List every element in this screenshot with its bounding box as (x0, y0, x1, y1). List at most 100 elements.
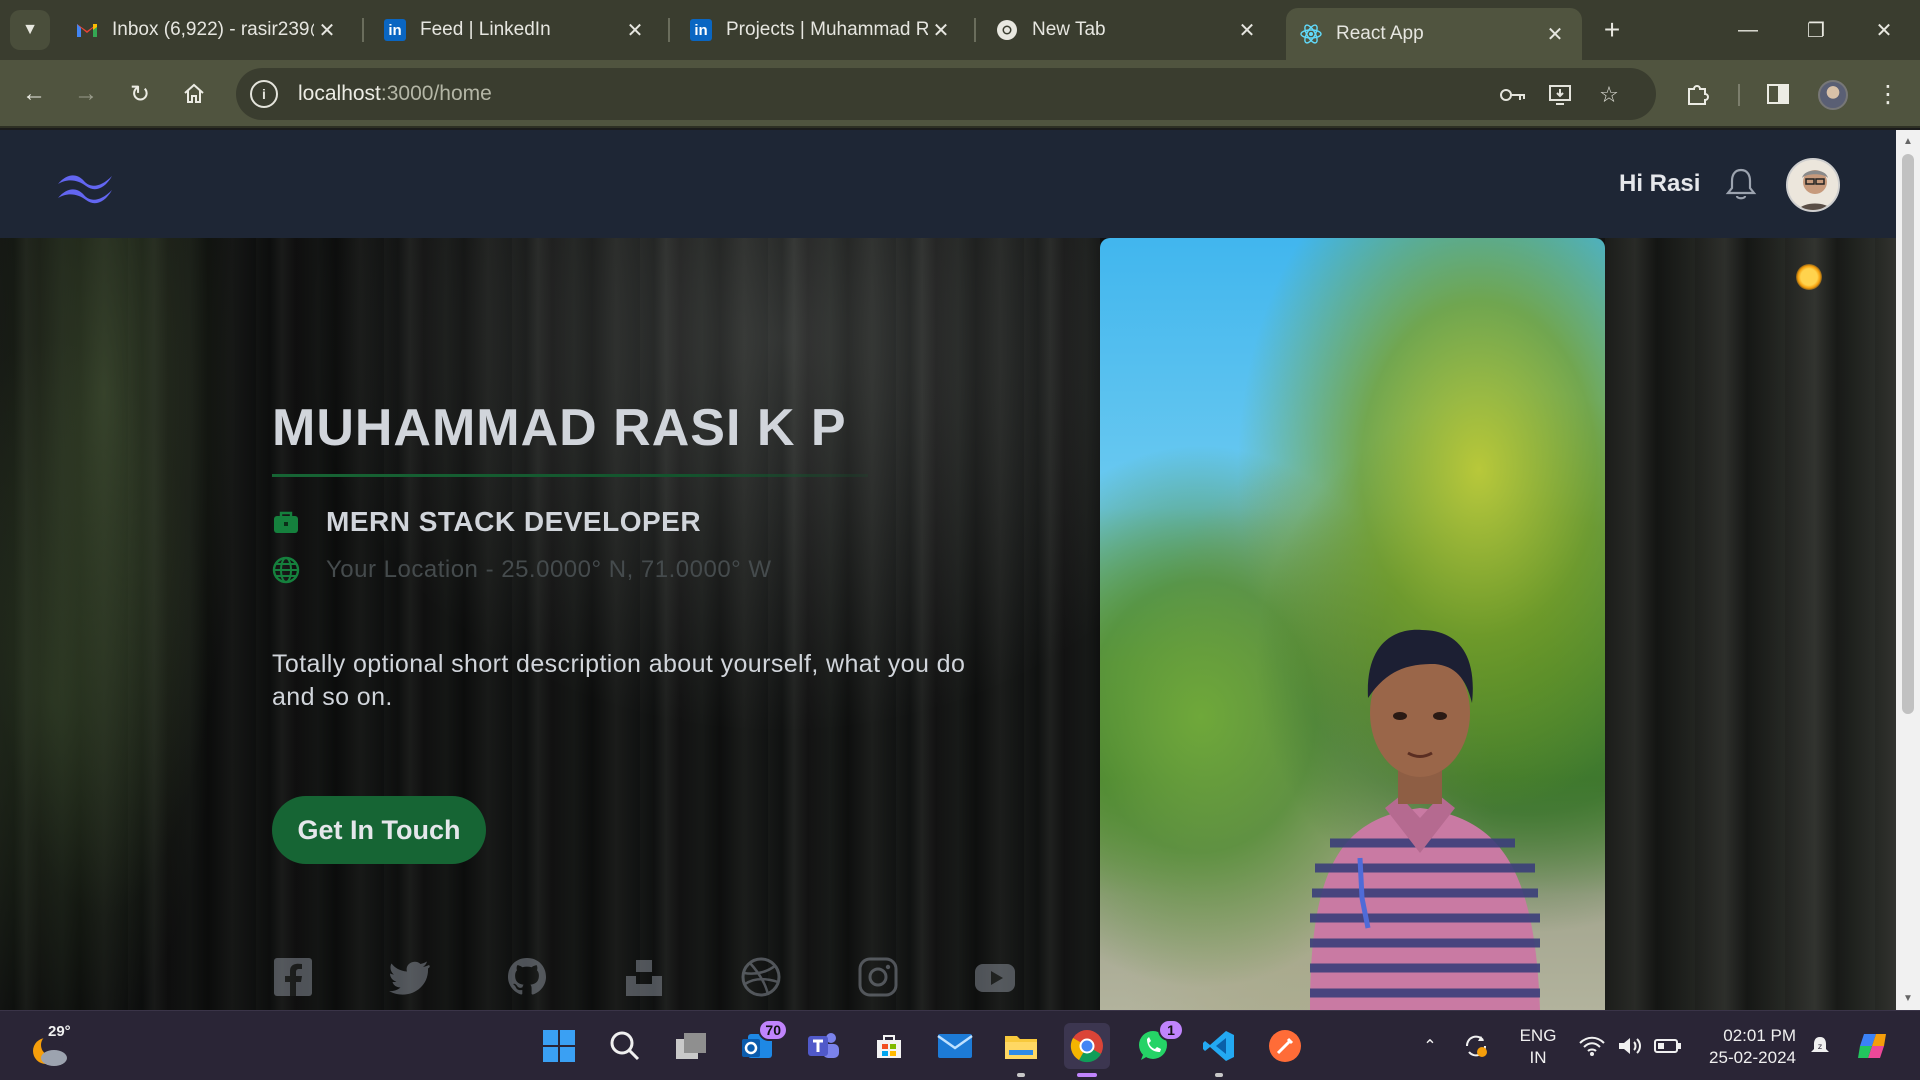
forest-background-right (1605, 238, 1896, 1010)
theme-toggle-sun-icon[interactable] (1796, 264, 1822, 290)
tab-title: Feed | LinkedIn (420, 19, 551, 40)
outlook-icon[interactable]: 70 (734, 1019, 788, 1069)
mail-icon[interactable] (932, 1023, 978, 1069)
chrome-taskbar-icon[interactable] (1064, 1023, 1110, 1077)
system-clock[interactable]: 02:01 PM 25-02-2024 (1696, 1025, 1796, 1069)
tab-separator (974, 18, 976, 42)
url-text: localhost:3000/home (298, 82, 492, 106)
forward-arrow-icon[interactable]: → (66, 74, 106, 114)
task-view-icon[interactable] (668, 1023, 714, 1069)
teams-icon[interactable] (800, 1023, 846, 1069)
side-panel-icon[interactable] (1762, 78, 1794, 110)
bookmark-star-icon[interactable]: ☆ (1594, 80, 1624, 110)
scrollbar-thumb[interactable] (1902, 154, 1914, 714)
search-icon[interactable] (602, 1023, 648, 1069)
site-navbar: Hi Rasi (0, 130, 1896, 238)
page-viewport: Hi Rasi MUHAMMAD RASI K P MERN STACK DEV… (0, 130, 1896, 1010)
copilot-icon[interactable] (1852, 1011, 1892, 1080)
gmail-icon (76, 19, 98, 41)
whatsapp-icon[interactable]: 1 (1130, 1019, 1184, 1069)
hero-section: MUHAMMAD RASI K P MERN STACK DEVELOPER Y… (0, 238, 1896, 1010)
github-icon[interactable] (506, 956, 548, 998)
browser-toolbar: ← → ↻ i localhost:3000/home ☆ ⋮ (0, 60, 1920, 128)
chevron-up-icon[interactable]: ⌃ (1410, 1011, 1450, 1080)
browser-profile-avatar[interactable] (1818, 80, 1848, 110)
start-windows-icon[interactable] (536, 1023, 582, 1069)
react-icon (1300, 23, 1322, 45)
battery-icon[interactable] (1650, 1011, 1686, 1080)
youtube-icon[interactable] (974, 956, 1016, 998)
tab-title: Inbox (6,922) - rasir239@ (112, 19, 314, 40)
install-app-icon[interactable] (1546, 80, 1576, 110)
tab-title: Projects | Muhammad Ra (726, 19, 928, 40)
url-path: :3000/home (380, 82, 492, 105)
dribbble-icon[interactable] (740, 956, 782, 998)
tab-linkedin-projects[interactable]: in Projects | Muhammad Ra ✕ (676, 8, 968, 52)
weather-temperature: 29° (48, 1023, 71, 1040)
linkedin-icon: in (690, 19, 712, 41)
microsoft-store-icon[interactable] (866, 1023, 912, 1069)
menu-kebab-icon[interactable]: ⋮ (1872, 78, 1904, 110)
close-icon[interactable]: ✕ (928, 17, 954, 43)
person-illustration (1310, 629, 1540, 1010)
close-icon[interactable]: ✕ (1234, 17, 1260, 43)
page-scrollbar[interactable]: ▲ ▼ (1896, 130, 1920, 1010)
user-avatar[interactable] (1786, 158, 1840, 212)
globe-icon (272, 556, 300, 584)
close-window-icon[interactable]: ✕ (1860, 8, 1908, 52)
user-greeting: Hi Rasi (1619, 170, 1701, 197)
region-code: IN (1529, 1048, 1547, 1067)
close-icon[interactable]: ✕ (314, 17, 340, 43)
tab-react-app[interactable]: React App ✕ (1286, 8, 1582, 60)
tab-separator (668, 18, 670, 42)
language-indicator[interactable]: ENG IN (1518, 1025, 1558, 1069)
svg-text:z: z (1818, 1042, 1822, 1051)
site-logo-icon[interactable] (54, 168, 118, 208)
twitter-icon[interactable] (389, 956, 431, 998)
clock-date: 25-02-2024 (1709, 1048, 1796, 1067)
linkedin-icon: in (384, 19, 406, 41)
address-bar[interactable]: i localhost:3000/home ☆ (236, 68, 1656, 120)
whatsapp-badge: 1 (1158, 1019, 1184, 1041)
close-icon[interactable]: ✕ (622, 17, 648, 43)
sync-icon[interactable] (1456, 1011, 1496, 1080)
scroll-down-arrow-icon[interactable]: ▼ (1903, 993, 1913, 1004)
vscode-icon[interactable] (1196, 1023, 1242, 1077)
file-explorer-icon[interactable] (998, 1023, 1044, 1077)
scroll-up-arrow-icon[interactable]: ▲ (1903, 136, 1913, 147)
unsplash-icon[interactable] (623, 956, 665, 998)
wifi-icon[interactable] (1574, 1011, 1610, 1080)
back-arrow-icon[interactable]: ← (14, 74, 54, 114)
instagram-icon[interactable] (857, 956, 899, 998)
tab-new-tab[interactable]: New Tab ✕ (982, 8, 1274, 52)
bell-icon[interactable] (1724, 166, 1758, 202)
tab-gmail[interactable]: Inbox (6,922) - rasir239@ ✕ (62, 8, 354, 52)
outlook-badge: 70 (758, 1019, 788, 1041)
get-in-touch-button[interactable]: Get In Touch (272, 796, 486, 864)
postman-icon[interactable] (1262, 1023, 1308, 1069)
role-row: MERN STACK DEVELOPER (272, 506, 701, 538)
home-icon[interactable] (174, 74, 214, 114)
clock-time: 02:01 PM (1723, 1026, 1796, 1045)
password-key-icon[interactable] (1498, 80, 1528, 110)
volume-icon[interactable] (1612, 1011, 1648, 1080)
new-tab-button[interactable]: + (1594, 12, 1630, 48)
facebook-icon[interactable] (272, 956, 314, 998)
social-links (272, 956, 1032, 1006)
tab-linkedin-feed[interactable]: in Feed | LinkedIn ✕ (370, 8, 662, 52)
close-icon[interactable]: ✕ (1542, 21, 1568, 47)
location-row: Your Location - 25.0000° N, 71.0000° W (272, 556, 772, 584)
reload-icon[interactable]: ↻ (120, 74, 160, 114)
site-info-icon[interactable]: i (250, 80, 278, 108)
location-text: Your Location - 25.0000° N, 71.0000° W (326, 556, 772, 583)
briefcase-icon (274, 511, 298, 533)
tab-separator (362, 18, 364, 42)
tab-search-button[interactable]: ▼ (10, 10, 50, 50)
extensions-puzzle-icon[interactable] (1682, 78, 1714, 110)
profile-description: Totally optional short description about… (272, 650, 966, 711)
restore-icon[interactable]: ❐ (1792, 8, 1840, 52)
minimize-icon[interactable]: — (1724, 8, 1772, 52)
forest-background (0, 238, 260, 1010)
notification-bell-icon[interactable]: z (1802, 1011, 1838, 1080)
windows-taskbar: 29° 70 1 ⌃ ENG IN 02:01 PM 25-02-2024 z (0, 1010, 1920, 1080)
